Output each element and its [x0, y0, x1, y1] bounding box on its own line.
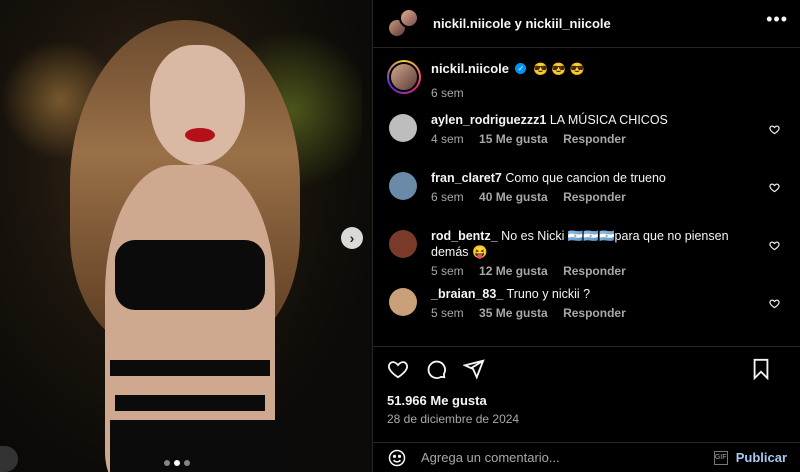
share-icon[interactable]: [463, 358, 485, 380]
heart-icon[interactable]: [769, 124, 780, 135]
comment-age: 6 sem: [431, 190, 464, 204]
comment-username[interactable]: aylen_rodriguezzz1: [431, 113, 546, 127]
comment-body: LA MÚSICA CHICOS: [549, 113, 668, 127]
comment-meta: 5 sem 35 Me gusta Responder: [431, 306, 638, 320]
comment-text: rod_bentz_ No es Nicki 🇦🇷🇦🇷🇦🇷para que no…: [431, 228, 786, 260]
publish-button[interactable]: Publicar: [736, 450, 787, 465]
comment-body: Como que cancion de trueno: [505, 171, 666, 185]
caption-text: 😎 😎 😎: [532, 62, 585, 76]
avatar: [389, 62, 419, 92]
comment-text: fran_claret7 Como que cancion de trueno: [431, 170, 696, 186]
tag-button[interactable]: [0, 446, 18, 472]
avatar[interactable]: [389, 172, 417, 200]
comment-likes[interactable]: 40 Me gusta: [479, 190, 548, 204]
avatar[interactable]: [389, 230, 417, 258]
comments-list: nickil.niicole ✓ 😎 😎 😎 6 sem aylen_rodri…: [373, 48, 800, 348]
comment-body: Truno y nickii ?: [506, 287, 591, 301]
avatar[interactable]: [389, 114, 417, 142]
comment-text: aylen_rodriguezzz1 LA MÚSICA CHICOS: [431, 112, 698, 128]
photo-subject-lips: [185, 128, 215, 142]
comment-username[interactable]: fran_claret7: [431, 171, 502, 185]
carousel-next-button[interactable]: ›: [341, 227, 363, 249]
avatar[interactable]: [389, 288, 417, 316]
comment-likes[interactable]: 12 Me gusta: [479, 264, 548, 278]
post-actions: 51.966 Me gusta 28 de diciembre de 2024: [373, 346, 800, 426]
story-ring-avatar[interactable]: [387, 60, 421, 94]
comment-icon[interactable]: [425, 358, 447, 380]
collab-avatars[interactable]: [387, 7, 419, 40]
heart-icon[interactable]: [769, 298, 780, 309]
comment-age: 5 sem: [431, 306, 464, 320]
caption: nickil.niicole ✓ 😎 😎 😎 6 sem: [387, 48, 786, 108]
comment-age: 5 sem: [431, 264, 464, 278]
caption-age: 6 sem: [431, 86, 464, 100]
comment-item: fran_claret7 Como que cancion de trueno …: [387, 166, 786, 224]
comment-meta: 5 sem 12 Me gusta Responder: [431, 264, 786, 278]
comment-meta: 4 sem 15 Me gusta Responder: [431, 132, 698, 146]
comment-likes[interactable]: 15 Me gusta: [479, 132, 548, 146]
comment-age: 4 sem: [431, 132, 464, 146]
caption-username[interactable]: nickil.niicole: [431, 61, 509, 76]
bookmark-icon[interactable]: [751, 358, 771, 380]
likes-count[interactable]: 51.966 Me gusta: [387, 393, 787, 408]
reply-button[interactable]: Responder: [563, 264, 626, 278]
comment-meta: 6 sem 40 Me gusta Responder: [431, 190, 696, 204]
comment-composer: GIF Publicar: [373, 442, 800, 472]
comment-text: _braian_83_ Truno y nickii ?: [431, 286, 638, 302]
reply-button[interactable]: Responder: [563, 190, 626, 204]
carousel-indicator: [164, 460, 190, 466]
photo-subject-belt-2: [115, 395, 265, 411]
carousel-dot: [184, 460, 190, 466]
post-header: nickil.niicole y nickiil_niicole •••: [373, 0, 800, 48]
heart-icon[interactable]: [769, 240, 780, 251]
post-media[interactable]: ›: [0, 0, 372, 472]
photo-subject-top: [115, 240, 265, 310]
carousel-dot-active: [174, 460, 180, 466]
post-modal: › nickil.niicole y nickiil_niicole ••• n…: [0, 0, 800, 472]
verified-badge-icon: ✓: [515, 63, 527, 75]
comment-likes[interactable]: 35 Me gusta: [479, 306, 548, 320]
post-panel: nickil.niicole y nickiil_niicole ••• nic…: [372, 0, 800, 472]
photo-subject-skirt: [110, 420, 280, 472]
avatar: [399, 7, 419, 28]
comment-item: _braian_83_ Truno y nickii ? 5 sem 35 Me…: [387, 282, 786, 340]
comment-item: rod_bentz_ No es Nicki 🇦🇷🇦🇷🇦🇷para que no…: [387, 224, 786, 282]
heart-icon[interactable]: [769, 182, 780, 193]
carousel-dot: [164, 460, 170, 466]
post-author-title[interactable]: nickil.niicole y nickiil_niicole: [433, 16, 611, 31]
emoji-icon[interactable]: [387, 448, 407, 468]
gif-icon[interactable]: GIF: [713, 450, 728, 465]
comment-username[interactable]: rod_bentz_: [431, 229, 498, 243]
more-horizontal-icon[interactable]: •••: [766, 10, 788, 28]
chevron-right-icon: ›: [349, 230, 355, 246]
comment-username[interactable]: _braian_83_: [431, 287, 503, 301]
comment-input[interactable]: [421, 450, 714, 465]
photo-subject-belt: [110, 360, 270, 376]
photo-subject-face: [150, 45, 245, 165]
comment-item: aylen_rodriguezzz1 LA MÚSICA CHICOS 4 se…: [387, 108, 786, 166]
reply-button[interactable]: Responder: [563, 306, 626, 320]
reply-button[interactable]: Responder: [563, 132, 626, 146]
heart-icon[interactable]: [387, 358, 409, 380]
post-date: 28 de diciembre de 2024: [387, 412, 520, 426]
